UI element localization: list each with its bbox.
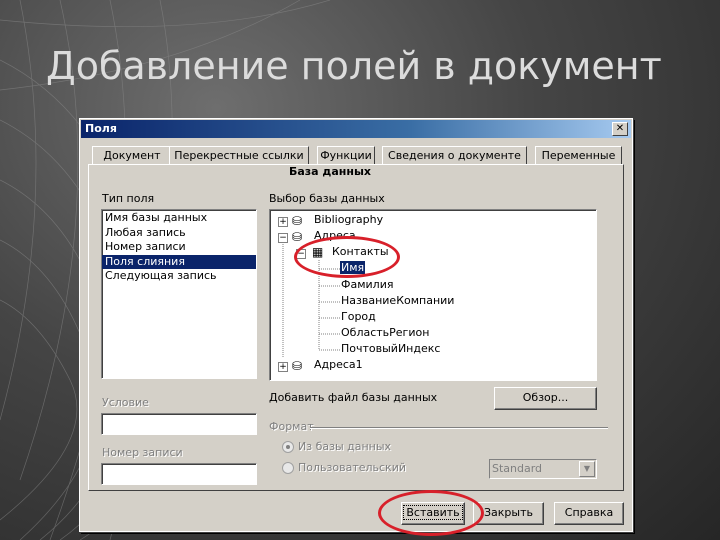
- add-database-label: Добавить файл базы данных: [269, 391, 438, 404]
- list-item[interactable]: Следующая запись: [102, 269, 256, 284]
- close-icon[interactable]: ✕: [612, 122, 628, 136]
- insert-button[interactable]: Вставить: [401, 502, 465, 525]
- list-item-selected[interactable]: Поля слияния: [102, 254, 256, 269]
- tree-item-name[interactable]: Имя: [340, 260, 366, 276]
- condition-label: Условие: [102, 396, 149, 409]
- tab-variables[interactable]: Переменные: [535, 146, 622, 165]
- slide-title: Добавление полей в документ: [46, 44, 662, 88]
- radio-from-database-label: Из базы данных: [298, 440, 392, 453]
- tree-item-contacts[interactable]: Контакты: [332, 244, 389, 260]
- help-button[interactable]: Справка: [554, 502, 624, 525]
- list-item[interactable]: Номер записи: [102, 240, 256, 255]
- format-combo-value: Standard: [492, 462, 543, 475]
- tab-document[interactable]: Документ: [92, 146, 172, 165]
- tab-document-info[interactable]: Сведения о документе: [382, 146, 527, 165]
- list-item[interactable]: Имя базы данных: [102, 211, 256, 226]
- expand-icon[interactable]: +: [278, 362, 288, 372]
- tree-item-addresses[interactable]: Адреса: [314, 228, 356, 244]
- database-tree[interactable]: + ⛁ Bibliography − ⛁ Адреса − ▦ Контакты…: [269, 209, 597, 381]
- field-type-label: Тип поля: [102, 192, 155, 205]
- tree-item-addresses1[interactable]: Адреса1: [314, 357, 363, 373]
- format-label: Формат: [269, 420, 314, 433]
- expand-icon[interactable]: +: [278, 217, 288, 227]
- tree-item-name-label: Имя: [340, 261, 366, 274]
- radio-from-database[interactable]: [282, 441, 294, 453]
- list-item[interactable]: Любая запись: [102, 226, 256, 241]
- table-icon: ▦: [312, 245, 324, 259]
- collapse-icon[interactable]: −: [278, 233, 288, 243]
- close-button[interactable]: Закрыть: [473, 502, 544, 525]
- radio-custom[interactable]: [282, 462, 294, 474]
- database-icon: ⛁: [292, 359, 303, 373]
- tab-database[interactable]: База данных: [270, 163, 390, 182]
- condition-input[interactable]: [101, 413, 257, 435]
- format-combo[interactable]: Standard ▼: [489, 459, 597, 479]
- record-number-label: Номер записи: [102, 446, 183, 459]
- browse-button[interactable]: Обзор...: [494, 387, 597, 410]
- tree-item-surname[interactable]: Фамилия: [341, 277, 393, 293]
- insert-button-label: Вставить: [403, 505, 463, 520]
- record-number-input[interactable]: [101, 463, 257, 485]
- chevron-down-icon[interactable]: ▼: [579, 461, 595, 477]
- database-icon: ⛁: [292, 214, 303, 228]
- dialog-title: Поля: [85, 122, 117, 135]
- radio-custom-label: Пользовательский: [298, 461, 406, 474]
- format-divider: [310, 427, 608, 429]
- tree-item-city[interactable]: Город: [341, 309, 376, 325]
- tree-item-postal-code[interactable]: ПочтовыйИндекс: [341, 341, 440, 357]
- tree-item-bibliography[interactable]: Bibliography: [314, 212, 383, 228]
- tree-item-company[interactable]: НазваниеКомпании: [341, 293, 454, 309]
- collapse-icon[interactable]: −: [296, 249, 306, 259]
- database-icon: ⛁: [292, 230, 303, 244]
- tree-item-region[interactable]: ОбластьРегион: [341, 325, 429, 341]
- fields-dialog: Поля ✕ Документ Перекрестные ссылки Функ…: [79, 118, 633, 532]
- field-type-list[interactable]: Имя базы данных Любая запись Номер запис…: [101, 209, 257, 379]
- database-selection-label: Выбор базы данных: [269, 192, 385, 205]
- dialog-titlebar[interactable]: Поля ✕: [81, 120, 631, 138]
